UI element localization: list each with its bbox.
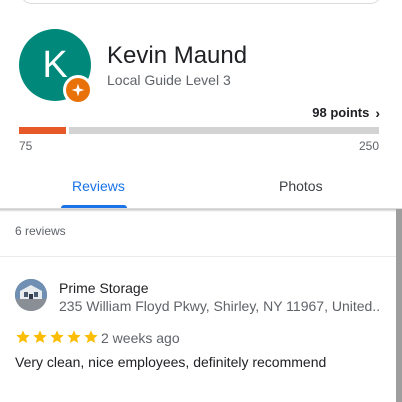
guide-level: Local Guide Level 3: [107, 72, 231, 88]
profile-tabs: Reviews Photos: [0, 168, 402, 209]
star-icon: [67, 330, 81, 343]
tab-photos[interactable]: Photos: [279, 178, 323, 194]
progress-max-label: 250: [358, 139, 379, 153]
progress-track: [69, 127, 379, 134]
star-icon: [16, 330, 30, 343]
star-icon: [33, 330, 47, 343]
place-name[interactable]: Prime Storage: [59, 280, 148, 296]
points-label: 98 points: [312, 105, 370, 120]
profile-name: Kevin Maund: [107, 42, 248, 69]
star-icon: [84, 330, 98, 343]
tab-reviews[interactable]: Reviews: [72, 178, 125, 194]
place-address: 235 William Floyd Pkwy, Shirley, NY 1196…: [59, 298, 381, 314]
review-text: Very clean, nice employees, definitely r…: [15, 354, 327, 370]
divider: [0, 256, 396, 257]
active-tab-indicator: [61, 205, 127, 208]
local-guide-badge: [63, 75, 93, 105]
review-count: 6 reviews: [15, 224, 66, 238]
star-icon: [50, 330, 64, 343]
chevron-right-icon: ›: [375, 104, 380, 121]
search-card-edge: [20, 0, 382, 4]
place-thumbnail[interactable]: [15, 279, 47, 311]
progress-fill: [19, 127, 66, 134]
review-time: 2 weeks ago: [101, 330, 180, 346]
points-progress-bar: [19, 127, 379, 134]
local-guide-star-icon: [66, 78, 90, 102]
progress-min-label: 75: [19, 139, 33, 153]
profile-avatar-group[interactable]: K: [19, 29, 93, 105]
scrollbar[interactable]: [396, 209, 402, 402]
scroll-shadow: [0, 209, 402, 212]
star-rating: [15, 329, 99, 345]
points-link[interactable]: 98 points ›: [312, 105, 380, 120]
